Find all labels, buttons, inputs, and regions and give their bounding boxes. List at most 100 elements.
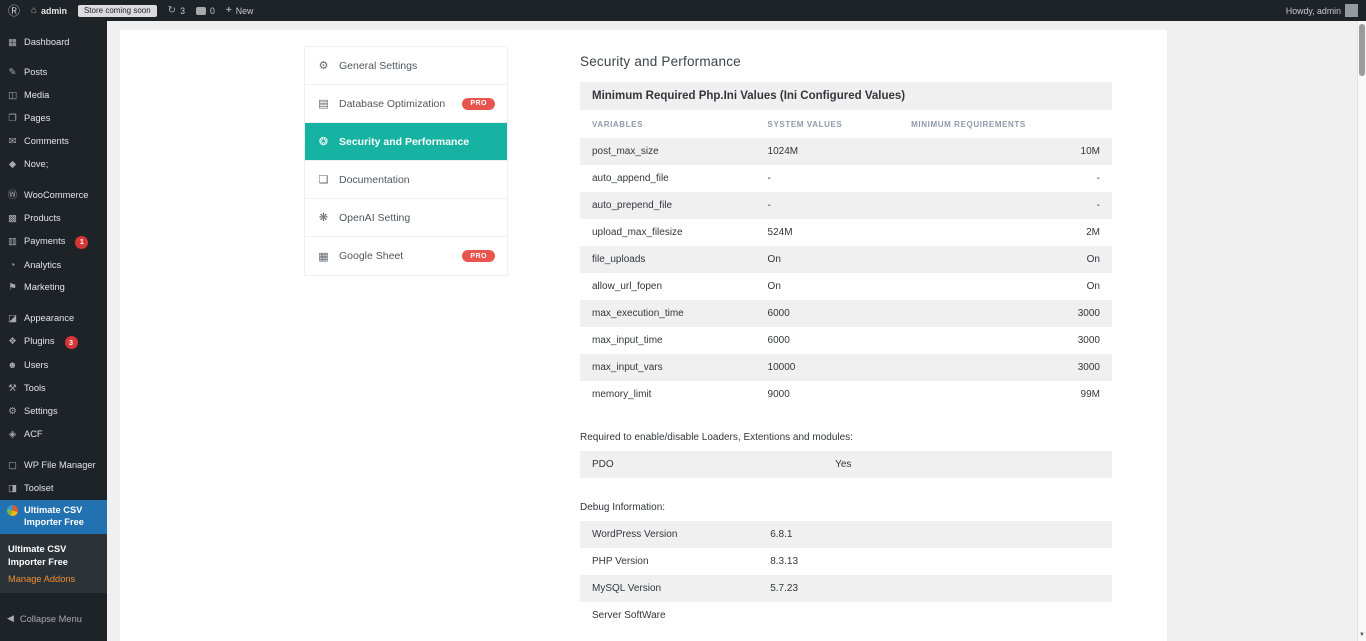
sidebar-item-analytics[interactable]: ◔Analytics [0, 254, 107, 277]
table-cell: PHP Version [580, 548, 758, 575]
submenu-item-ultimate-csv-importer-free[interactable]: Ultimate CSV Importer Free [0, 539, 107, 570]
woocommerce-icon: Ⓦ [7, 190, 18, 202]
sidebar-item-plugins[interactable]: ❖Plugins3 [0, 331, 107, 355]
page-title: Security and Performance [580, 54, 1112, 69]
sidebar-item-pages[interactable]: ❐Pages [0, 108, 107, 131]
sidebar-item-label: WooCommerce [24, 190, 88, 202]
settings-tab-openai-setting[interactable]: ❋OpenAI Setting [305, 199, 507, 237]
sidebar-item-acf[interactable]: ◈ACF [0, 423, 107, 446]
sidebar-item-woocommerce[interactable]: Ⓦ WooCommerce [0, 184, 107, 207]
table-cell: On [899, 246, 1112, 273]
sidebar-item-settings[interactable]: ⚙Settings [0, 400, 107, 423]
comments-menu[interactable]: 0 [196, 6, 215, 16]
table-cell: post_max_size [580, 138, 756, 165]
sidebar-item-users[interactable]: ☻Users [0, 355, 107, 378]
site-menu[interactable]: ⌂ admin [31, 6, 67, 16]
table-row: max_execution_time60003000 [580, 300, 1112, 327]
sidebar-item-marketing[interactable]: ⚑ Marketing [0, 277, 107, 300]
scrollbar-thumb[interactable] [1359, 24, 1365, 76]
sidebar-item-tools[interactable]: ⚒Tools [0, 378, 107, 401]
acf-icon: ◈ [7, 429, 18, 441]
table-cell: allow_url_fopen [580, 273, 756, 300]
sidebar-item-media[interactable]: ◫Media [0, 85, 107, 108]
sidebar-item-products[interactable]: ▩Products [0, 207, 107, 230]
table-cell: 10000 [756, 354, 900, 381]
store-status-badge[interactable]: Store coming soon [78, 5, 157, 17]
table-row: upload_max_filesize524M2M [580, 219, 1112, 246]
updates-menu[interactable]: ↻ 3 [168, 6, 185, 16]
collapse-menu-button[interactable]: ◀ Collapse Menu [0, 608, 107, 629]
table-row: PDOYes [580, 451, 1112, 478]
table-cell: 6000 [756, 327, 900, 354]
sidebar-menu: ▦ Dashboard ✎Posts◫Media❐Pages✉Comments◆No… [0, 31, 107, 534]
database-icon: ▤ [317, 97, 330, 110]
column-header: SYSTEM VALUES [756, 110, 900, 138]
sidebar-item-nove[interactable]: ◆Nove; [0, 153, 107, 176]
file-manager-icon: ▢ [7, 460, 18, 472]
table-cell: - [756, 165, 900, 192]
sidebar-item-label: Users [24, 360, 48, 372]
security-performance-content: Security and Performance Minimum Require… [580, 30, 1112, 629]
settings-tab-label: Documentation [339, 174, 410, 186]
collapse-arrow-icon: ◀ [7, 613, 14, 624]
table-cell: 3000 [899, 300, 1112, 327]
account-menu[interactable]: Howdy, admin [1286, 4, 1358, 17]
table-cell: - [899, 192, 1112, 219]
pro-badge: PRO [462, 250, 495, 262]
sidebar-item-label: Marketing [24, 282, 65, 294]
comments-icon [196, 7, 206, 15]
plugins-icon: ❖ [7, 336, 18, 348]
document-icon: ❏ [317, 173, 330, 186]
pro-badge: PRO [462, 98, 495, 110]
sidebar-item-wp-file-manager[interactable]: ▢ WP File Manager [0, 454, 107, 477]
table-cell: max_execution_time [580, 300, 756, 327]
table-cell: 3000 [899, 327, 1112, 354]
sidebar-item-label: Payments [24, 236, 65, 248]
table-row: Server SoftWare [580, 602, 1112, 629]
table-cell: 5.7.23 [758, 575, 1112, 602]
dashboard-icon: ▦ [7, 37, 18, 49]
sidebar-item-dashboard[interactable]: ▦ Dashboard [0, 31, 107, 54]
sidebar-item-label: Pages [24, 113, 50, 125]
table-cell: 2M [899, 219, 1112, 246]
sidebar-item-ultimate-csv-importer-free[interactable]: Ultimate CSV Importer Free [0, 500, 107, 534]
sidebar-item-payments[interactable]: ▥Payments1 [0, 230, 107, 254]
page-scrollbar[interactable]: ▼ [1357, 21, 1366, 641]
avatar [1345, 4, 1358, 17]
settings-nav: ⚙General Settings▤Database OptimizationP… [304, 46, 508, 276]
table-cell: max_input_time [580, 327, 756, 354]
sidebar-item-label: Dashboard [24, 37, 69, 49]
sidebar-item-label: Media [24, 90, 49, 102]
wordpress-menu[interactable]: Ⓡ [8, 5, 20, 17]
settings-tab-security-and-performance[interactable]: ❂Security and Performance [305, 123, 507, 161]
settings-tab-general-settings[interactable]: ⚙General Settings [305, 47, 507, 85]
table-row: PHP Version8.3.13 [580, 548, 1112, 575]
table-cell: auto_append_file [580, 165, 756, 192]
scrollbar-down-arrow-icon[interactable]: ▼ [1358, 629, 1366, 640]
sidebar-item-appearance[interactable]: ◪Appearance [0, 308, 107, 331]
new-content-menu[interactable]: + New [226, 6, 253, 16]
site-name: admin [41, 6, 67, 16]
settings-icon: ⚙ [7, 406, 18, 418]
sidebar-item-label: Appearance [24, 313, 74, 325]
table-row: max_input_vars100003000 [580, 354, 1112, 381]
table-cell: - [756, 192, 900, 219]
submenu-item-manage-addons[interactable]: Manage Addons [0, 570, 107, 585]
settings-tab-database-optimization[interactable]: ▤Database OptimizationPRO [305, 85, 507, 123]
settings-tab-documentation[interactable]: ❏ Documentation [305, 161, 507, 199]
csv-importer-icon [7, 505, 18, 516]
marketing-icon: ⚑ [7, 282, 18, 294]
tools-icon: ⚒ [7, 383, 18, 395]
table-cell: 8.3.13 [758, 548, 1112, 575]
table-row: MySQL Version5.7.23 [580, 575, 1112, 602]
sidebar-item-comments[interactable]: ✉Comments [0, 131, 107, 154]
home-icon: ⌂ [31, 6, 37, 16]
sidebar-item-label: WP File Manager [24, 460, 96, 472]
table-cell: 6.8.1 [758, 521, 1112, 548]
table-cell [758, 602, 1112, 629]
collapse-label: Collapse Menu [20, 614, 82, 624]
plus-icon: + [226, 6, 232, 16]
settings-tab-google-sheet[interactable]: ▦Google SheetPRO [305, 237, 507, 275]
sidebar-item-toolset[interactable]: ◨Toolset [0, 477, 107, 500]
sidebar-item-posts[interactable]: ✎Posts [0, 62, 107, 85]
